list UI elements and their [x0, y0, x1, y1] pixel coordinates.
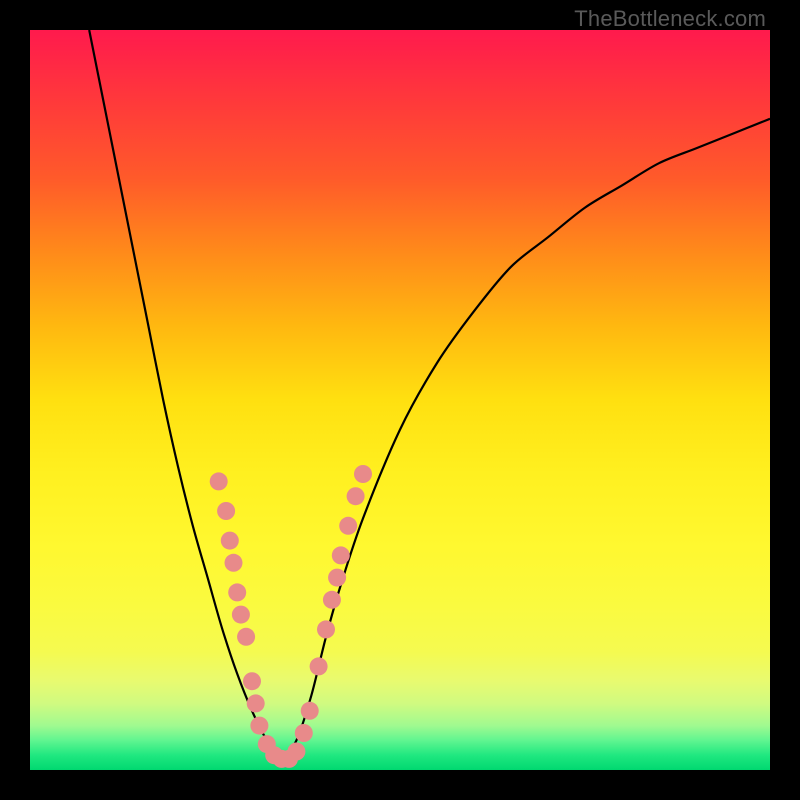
- overlay-dots: [210, 465, 372, 768]
- dot: [354, 465, 372, 483]
- dot: [310, 657, 328, 675]
- dot: [347, 487, 365, 505]
- dot: [332, 546, 350, 564]
- dot: [328, 569, 346, 587]
- dot: [243, 672, 261, 690]
- dot: [301, 702, 319, 720]
- watermark-text: TheBottleneck.com: [574, 6, 766, 32]
- dot: [287, 743, 305, 761]
- dot: [237, 628, 255, 646]
- dot: [317, 620, 335, 638]
- chart-frame: TheBottleneck.com: [0, 0, 800, 800]
- dot: [228, 583, 246, 601]
- dot: [247, 694, 265, 712]
- dot: [250, 717, 268, 735]
- dot: [217, 502, 235, 520]
- dot: [323, 591, 341, 609]
- dot: [210, 472, 228, 490]
- curve-right: [282, 119, 770, 763]
- dot: [232, 606, 250, 624]
- plot-area: [30, 30, 770, 770]
- dot: [225, 554, 243, 572]
- curve-left: [89, 30, 281, 763]
- chart-svg: [30, 30, 770, 770]
- dot: [295, 724, 313, 742]
- dot: [221, 532, 239, 550]
- dot: [339, 517, 357, 535]
